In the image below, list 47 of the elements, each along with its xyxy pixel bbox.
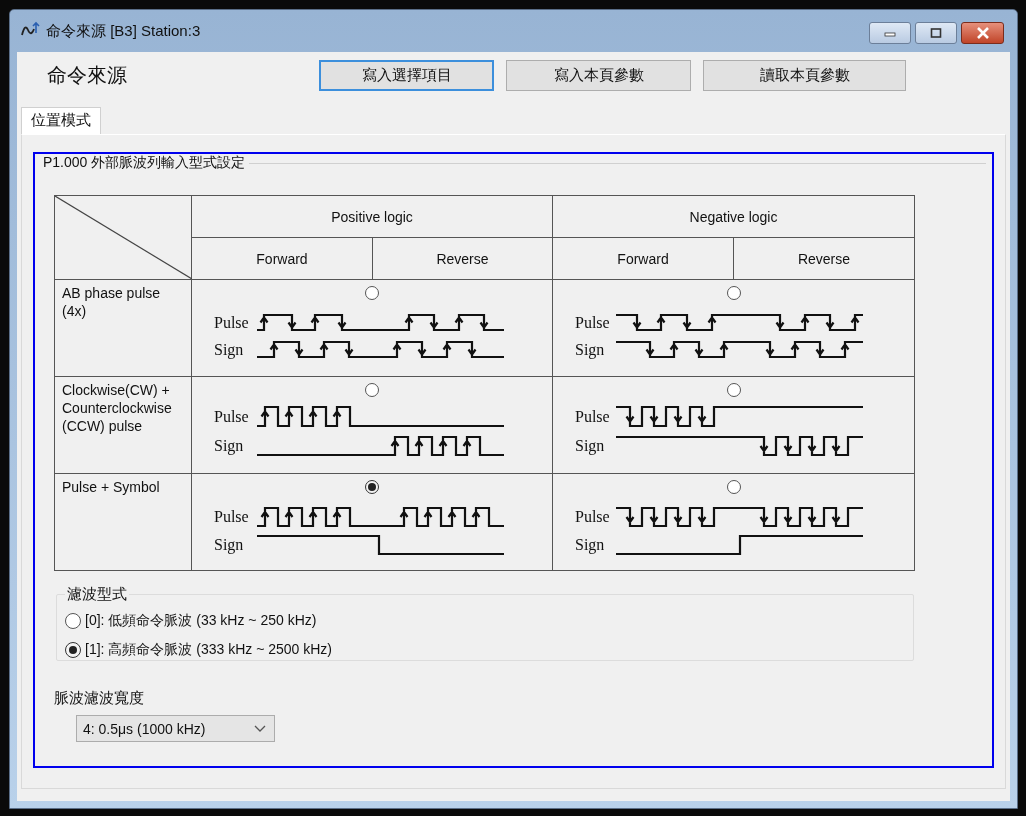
radio-button[interactable] [365, 286, 379, 300]
column-subheader: Forward [256, 250, 308, 267]
radio-label: [1]: 高頻命令脈波 (333 kHz ~ 2500 kHz) [85, 640, 333, 659]
maximize-button[interactable] [915, 22, 957, 44]
maximize-icon [930, 28, 942, 38]
waveform-label: Pulse [575, 407, 610, 425]
dropdown-field[interactable]: 4: 0.5μs (1000 kHz) [76, 715, 275, 742]
page-title: 命令來源 [47, 63, 128, 88]
radio-button[interactable] [365, 383, 379, 397]
radio-label: [0]: 低頻命令脈波 (33 kHz ~ 250 kHz) [85, 611, 317, 630]
field-label: 脈波濾波寬度 [54, 689, 145, 708]
column-header: Positive logic [331, 208, 413, 225]
row-label: Pulse + Symbol [62, 478, 160, 496]
waveform-label: Pulse [213, 508, 249, 525]
action-button[interactable]: 寫入本頁參數 [506, 60, 691, 91]
close-icon [975, 27, 990, 39]
radio-button[interactable] [65, 641, 81, 658]
column-subheader: Reverse [436, 250, 489, 267]
waveform-label: Pulse [575, 313, 610, 331]
tab[interactable]: 位置模式 [21, 107, 101, 134]
radio-button[interactable] [726, 286, 741, 300]
waveform-label: Sign [213, 437, 243, 454]
radio-button[interactable] [365, 480, 379, 494]
window-title: 命令來源 [B3] Station:3 [46, 21, 201, 41]
column-subheader: Reverse [797, 250, 851, 267]
minimize-button[interactable] [869, 22, 911, 44]
radio-button[interactable] [726, 383, 741, 397]
group-title: P1.000 外部脈波列輸入型式設定 [43, 154, 247, 172]
waveform-label: Pulse [213, 313, 249, 331]
column-subheader: Forward [617, 250, 669, 267]
close-button[interactable] [961, 22, 1004, 44]
column-header: Negative logic [689, 208, 778, 225]
radio-button[interactable] [726, 480, 741, 494]
waveform-label: Pulse [575, 508, 610, 525]
waveform-label: Pulse [213, 407, 249, 425]
group-title: 濾波型式 [66, 585, 128, 604]
row-label: Clockwise(CW) + Counterclockwise (CCW) pulse [62, 381, 172, 435]
waveform-label: Sign [213, 536, 243, 553]
waveform-label: Sign [575, 437, 605, 454]
radio-button[interactable] [65, 612, 81, 629]
action-button[interactable]: 讀取本頁參數 [703, 60, 906, 91]
waveform-label: Sign [213, 340, 243, 358]
waveform-label: Sign [575, 536, 605, 553]
chevron-down-icon [254, 724, 266, 733]
action-button[interactable]: 寫入選擇項目 [319, 60, 494, 91]
waveform-label: Sign [575, 340, 605, 358]
row-label: AB phase pulse (4x) [62, 284, 161, 320]
